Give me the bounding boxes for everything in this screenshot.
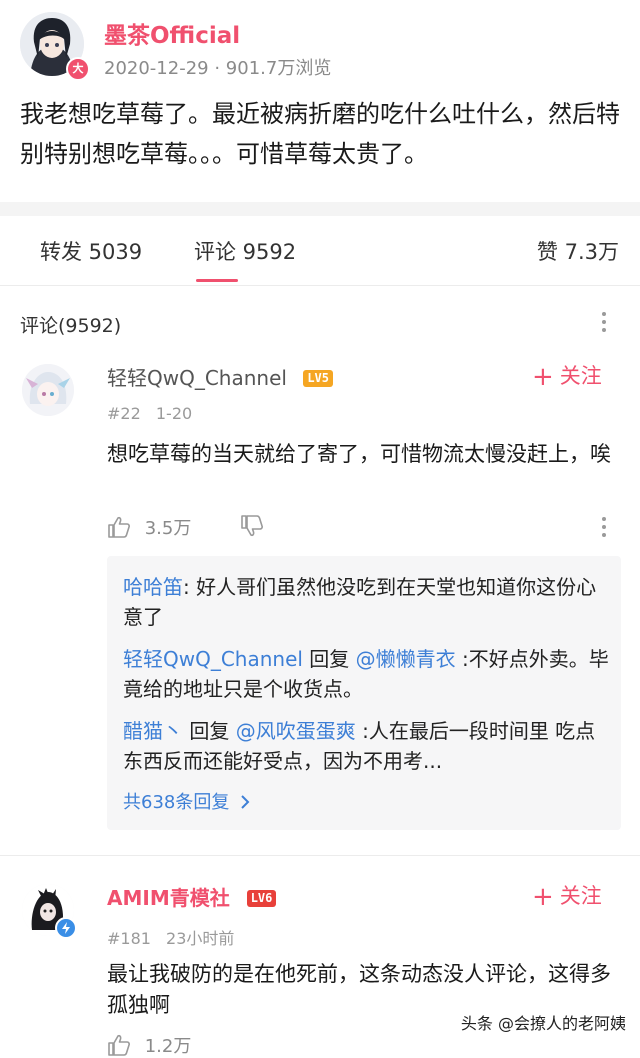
thumbs-up-icon — [108, 1034, 130, 1056]
reply-item[interactable]: 轻轻QwQ_Channel 回复 @懒懒青衣 :不好点外卖。毕竟给的地址只是个收… — [123, 644, 609, 704]
active-tab-indicator — [196, 279, 238, 282]
reply-username[interactable]: 哈哈笛 — [123, 575, 183, 599]
comment-floor: #22 — [107, 404, 141, 423]
comment-options-icon[interactable] — [600, 517, 608, 541]
level-badge: LV5 — [303, 370, 333, 387]
thumbs-up-icon — [108, 516, 130, 538]
verified-badge-icon — [55, 917, 77, 939]
comment-username[interactable]: 轻轻QwQ_Channel LV5 — [107, 362, 333, 391]
follow-button[interactable]: + 关注 — [532, 360, 602, 392]
meta-dot: · — [214, 58, 226, 79]
like-count: 1.2万 — [144, 1036, 192, 1057]
thumbs-down-icon — [241, 515, 263, 537]
post-text: 我老想吃草莓了。最近被病折磨的吃什么吐什么，然后特别特别想吃草莓。。。可惜草莓太… — [20, 100, 620, 168]
like-count: 3.5万 — [144, 518, 192, 539]
post-views: 901.7万浏览 — [225, 58, 332, 79]
comment-avatar[interactable] — [22, 364, 74, 416]
more-replies-label: 共638条回复 — [123, 792, 230, 813]
post-meta: 2020-12-29 · 901.7万浏览 — [104, 54, 331, 80]
comment-username[interactable]: AMIM青模社 LV6 — [107, 882, 277, 911]
reply-separator: : — [183, 575, 190, 599]
reply-item[interactable]: 哈哈笛: 好人哥们虽然他没吃到在天堂也知道你这份心意了 — [123, 572, 609, 632]
reply-word: 回复 — [183, 719, 236, 743]
plus-icon: + — [532, 362, 554, 392]
level-badge: LV6 — [246, 890, 277, 907]
reply-username[interactable]: 醋猫丶 — [123, 719, 183, 743]
dislike-button[interactable] — [240, 515, 264, 541]
tabs-divider — [0, 285, 640, 286]
comment-divider — [0, 855, 640, 856]
comment-floor: #181 — [107, 929, 151, 948]
plus-icon: + — [532, 882, 554, 912]
more-replies-link[interactable]: 共638条回复 — [123, 788, 251, 814]
follow-label: 关注 — [559, 364, 602, 388]
watermark: 头条 @会撩人的老阿姨 — [460, 1014, 626, 1033]
replies-box: 哈哈笛: 好人哥们虽然他没吃到在天堂也知道你这份心意了 轻轻QwQ_Channe… — [107, 556, 621, 830]
reply-target[interactable]: @懒懒青衣 — [356, 647, 456, 671]
like-button[interactable]: 1.2万 — [107, 1032, 191, 1058]
section-divider — [0, 202, 640, 216]
follow-button[interactable]: + 关注 — [532, 880, 602, 912]
comment-meta: #181 23小时前 — [107, 925, 244, 949]
post-date: 2020-12-29 — [104, 58, 209, 79]
reply-target[interactable]: @风吹蛋蛋爽 — [236, 719, 356, 743]
comment-text: 想吃草莓的当天就给了寄了，可惜物流太慢没赶上，唉 — [107, 442, 611, 466]
tab-like[interactable]: 赞 7.3万 — [537, 236, 619, 266]
comment-date: 23小时前 — [166, 929, 235, 948]
verified-badge-icon: 大 — [66, 57, 90, 81]
comment-date: 1-20 — [155, 404, 193, 423]
comments-title: 评论(9592) — [20, 315, 122, 337]
username-text[interactable]: AMIM青模社 — [107, 886, 230, 910]
comment-meta: #22 1-20 — [107, 404, 202, 423]
like-button[interactable]: 3.5万 — [107, 514, 191, 540]
username-text[interactable]: 轻轻QwQ_Channel — [107, 366, 287, 390]
tab-repost[interactable]: 转发 5039 — [40, 236, 142, 266]
chevron-right-icon — [241, 795, 250, 809]
follow-label: 关注 — [559, 884, 602, 908]
more-options-icon[interactable] — [600, 312, 608, 336]
author-name[interactable]: 墨茶Official — [104, 16, 240, 50]
reply-text: 好人哥们虽然他没吃到在天堂也知道你这份心意了 — [123, 575, 597, 629]
tab-comment[interactable]: 评论 9592 — [194, 236, 296, 266]
reply-word: 回复 — [302, 647, 356, 671]
reply-username[interactable]: 轻轻QwQ_Channel — [123, 647, 303, 671]
reply-item[interactable]: 醋猫丶 回复 @风吹蛋蛋爽 :人在最后一段时间里 吃点东西反而还能好受点，因为不… — [123, 716, 609, 776]
